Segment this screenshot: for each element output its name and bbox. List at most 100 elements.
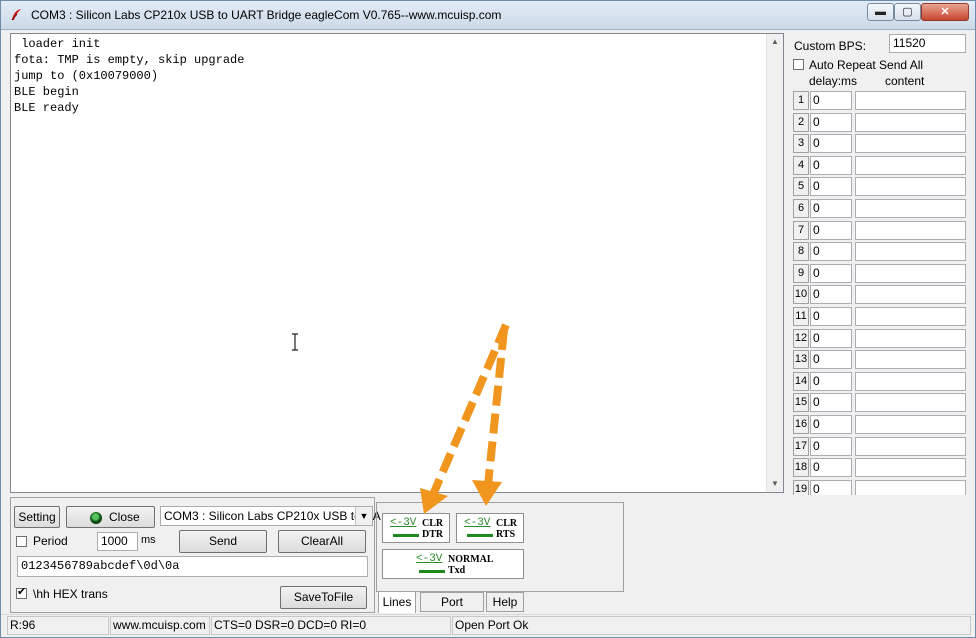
auto-send-rows: 1 0 2 0 3 0 4 0 5 0 6 0 7 0 8 0 9 0 10 0 11 0 12 0 13 0 14 0 15 0 16 0 1… (790, 90, 969, 495)
connection-led-icon (90, 512, 102, 524)
row-send-button[interactable]: 18 (793, 458, 809, 478)
row-content-input[interactable] (855, 458, 966, 478)
status-bar: R:96 www.mcuisp.com CTS=0 DSR=0 DCD=0 RI… (1, 614, 975, 637)
terminal-scrollbar[interactable]: ▲ ▼ (766, 34, 783, 492)
dtr-state: CLR (422, 518, 444, 529)
setting-button[interactable]: Setting (14, 506, 60, 528)
row-content-input[interactable] (855, 285, 966, 305)
close-port-label: Close (109, 510, 140, 524)
row-content-input[interactable] (855, 415, 966, 434)
row-delay-input[interactable]: 0 (810, 155, 852, 175)
row-delay-input[interactable]: 0 (810, 242, 852, 262)
auto-send-panel: Custom BPS: 11520 Auto Repeat Send All d… (790, 33, 969, 495)
row-content-input[interactable] (855, 263, 966, 283)
row-send-button[interactable]: 7 (793, 220, 809, 240)
row-content-input[interactable] (855, 155, 966, 175)
row-content-input[interactable] (855, 134, 966, 154)
row-send-button[interactable]: 9 (793, 263, 809, 283)
close-port-button[interactable]: Close (66, 506, 155, 528)
row-content-input[interactable] (855, 371, 966, 391)
row-send-button[interactable]: 15 (793, 393, 809, 413)
row-send-button[interactable]: 5 (793, 177, 809, 197)
row-delay-input[interactable]: 0 (810, 177, 852, 197)
row-delay-input[interactable]: 0 (810, 263, 852, 283)
chevron-down-icon[interactable]: ▼ (355, 507, 372, 525)
send-text-input[interactable]: 0123456789abcdef\0d\0a (17, 556, 368, 577)
auto-send-row: 18 0 (790, 457, 969, 479)
row-send-button[interactable]: 17 (793, 436, 809, 456)
row-content-input[interactable] (855, 242, 966, 262)
row-content-input[interactable] (855, 479, 966, 495)
row-delay-input[interactable]: 0 (810, 220, 852, 240)
app-window: COM3 : Silicon Labs CP210x USB to UART B… (0, 0, 976, 638)
row-send-button[interactable]: 12 (793, 328, 809, 348)
row-delay-input[interactable]: 0 (810, 328, 852, 348)
row-delay-input[interactable]: 0 (810, 285, 852, 305)
dtr-toggle[interactable]: <-3V CLR DTR (382, 513, 450, 543)
port-select[interactable]: COM3 : Silicon Labs CP210x USB to UA ▼ (160, 506, 381, 526)
custom-bps-input[interactable]: 11520 (889, 34, 966, 53)
row-content-input[interactable] (855, 350, 966, 370)
row-send-button[interactable]: 13 (793, 350, 809, 370)
row-send-button[interactable]: 19 (793, 479, 809, 495)
tab-port-setting[interactable]: Port Setting (420, 592, 484, 627)
tab-help[interactable]: Help (486, 592, 524, 612)
row-content-input[interactable] (855, 307, 966, 326)
row-delay-input[interactable]: 0 (810, 307, 852, 326)
auto-repeat-label: Auto Repeat Send All (809, 58, 924, 72)
row-delay-input[interactable]: 0 (810, 393, 852, 413)
row-content-input[interactable] (855, 328, 966, 348)
terminal-output[interactable]: loader init fota: TMP is empty, skip upg… (10, 33, 784, 493)
row-send-button[interactable]: 14 (793, 371, 809, 391)
period-label: Period (33, 534, 68, 548)
auto-repeat-checkbox[interactable] (793, 59, 804, 70)
row-content-input[interactable] (855, 177, 966, 197)
row-send-button[interactable]: 4 (793, 155, 809, 175)
hex-trans-checkbox[interactable]: ✔ (16, 586, 27, 599)
row-send-button[interactable]: 3 (793, 134, 809, 154)
row-content-input[interactable] (855, 393, 966, 413)
auto-send-row: 80 (790, 241, 969, 263)
row-content-input[interactable] (855, 220, 966, 240)
row-send-button[interactable]: 16 (793, 415, 809, 434)
txd-voltage: <-3V (416, 553, 443, 565)
row-delay-input[interactable]: 0 (810, 415, 852, 434)
row-content-input[interactable] (855, 112, 966, 132)
row-delay-input[interactable]: 0 (810, 91, 852, 110)
row-delay-input[interactable]: 0 (810, 350, 852, 370)
website-link[interactable]: www.mcuisp.com (110, 616, 210, 635)
maximize-button[interactable]: ▢ (894, 3, 921, 21)
minimize-button[interactable]: ▬ (867, 3, 894, 21)
row-delay-input[interactable]: 0 (810, 112, 852, 132)
row-content-input[interactable] (855, 199, 966, 218)
rts-toggle[interactable]: <-3V CLR RTS (456, 513, 524, 543)
txd-toggle[interactable]: <-3V NORMAL Txd (382, 549, 524, 579)
scroll-down-icon[interactable]: ▼ (767, 476, 783, 492)
save-to-file-button[interactable]: SaveToFile (280, 586, 367, 609)
row-send-button[interactable]: 1 (793, 91, 809, 110)
row-send-button[interactable]: 2 (793, 112, 809, 132)
row-content-input[interactable] (855, 91, 966, 110)
row-send-button[interactable]: 8 (793, 242, 809, 262)
row-delay-input[interactable]: 0 (810, 199, 852, 218)
row-delay-input[interactable]: 0 (810, 134, 852, 154)
tab-lines[interactable]: Lines (378, 591, 416, 613)
hex-trans-label: \hh HEX trans (33, 587, 108, 601)
row-delay-input[interactable]: 0 (810, 479, 852, 495)
period-input[interactable]: 1000 (97, 532, 138, 551)
close-window-button[interactable]: ✕ (921, 3, 969, 21)
period-checkbox[interactable] (16, 536, 27, 547)
row-send-button[interactable]: 6 (793, 199, 809, 218)
row-send-button[interactable]: 11 (793, 307, 809, 326)
scroll-up-icon[interactable]: ▲ (767, 34, 783, 50)
auto-send-row: 16 0 (790, 414, 969, 436)
row-send-button[interactable]: 10 (793, 285, 809, 305)
row-delay-input[interactable]: 0 (810, 436, 852, 456)
row-delay-input[interactable]: 0 (810, 371, 852, 391)
title-bar[interactable]: COM3 : Silicon Labs CP210x USB to UART B… (1, 1, 975, 30)
row-content-input[interactable] (855, 436, 966, 456)
clearall-button[interactable]: ClearAll (278, 530, 366, 553)
send-button[interactable]: Send (179, 530, 267, 553)
row-delay-input[interactable]: 0 (810, 458, 852, 478)
close-icon: ✕ (940, 6, 950, 18)
